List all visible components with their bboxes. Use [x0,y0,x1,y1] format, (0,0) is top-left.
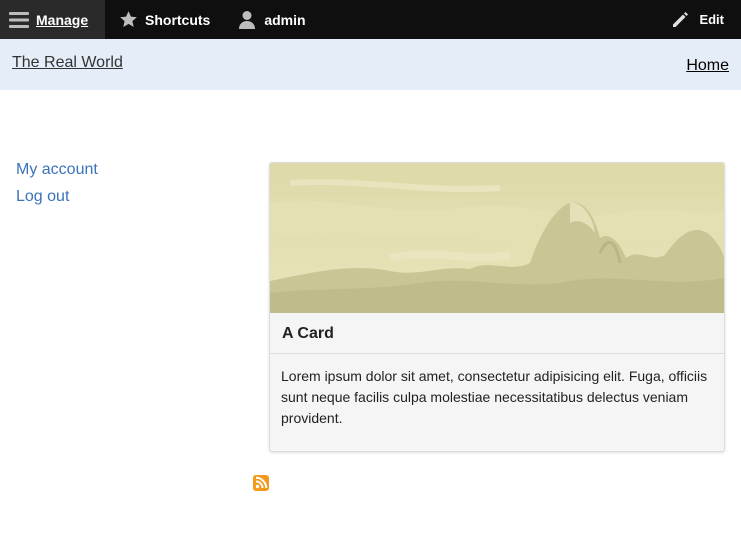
toolbar-edit-button[interactable]: Edit [671,0,724,39]
card-title: A Card [270,313,724,354]
toolbar-shortcuts-button[interactable]: Shortcuts [105,0,210,39]
rss-feed-icon[interactable] [253,475,269,491]
my-account-link[interactable]: My account [16,156,98,183]
site-header: The Real World Home [0,39,741,90]
log-out-link[interactable]: Log out [16,183,98,210]
user-icon [238,10,256,29]
toolbar-user-label: admin [264,11,306,28]
pencil-icon [671,11,689,29]
hamburger-menu-icon [9,11,29,29]
toolbar-shortcuts-label: Shortcuts [145,11,211,28]
toolbar-user-button[interactable]: admin [210,0,306,39]
card: A Card Lorem ipsum dolor sit amet, conse… [269,162,725,452]
home-link[interactable]: Home [686,57,729,75]
toolbar-edit-label: Edit [699,12,724,27]
site-name-link[interactable]: The Real World [12,54,123,72]
toolbar-manage-label: Manage [36,11,89,28]
star-icon [119,10,138,29]
admin-toolbar: Manage Shortcuts admin Edit [0,0,741,39]
card-image [270,163,724,313]
toolbar-manage-button[interactable]: Manage [0,0,105,39]
user-account-menu: My account Log out [16,156,98,210]
card-body: Lorem ipsum dolor sit amet, consectetur … [281,368,708,426]
